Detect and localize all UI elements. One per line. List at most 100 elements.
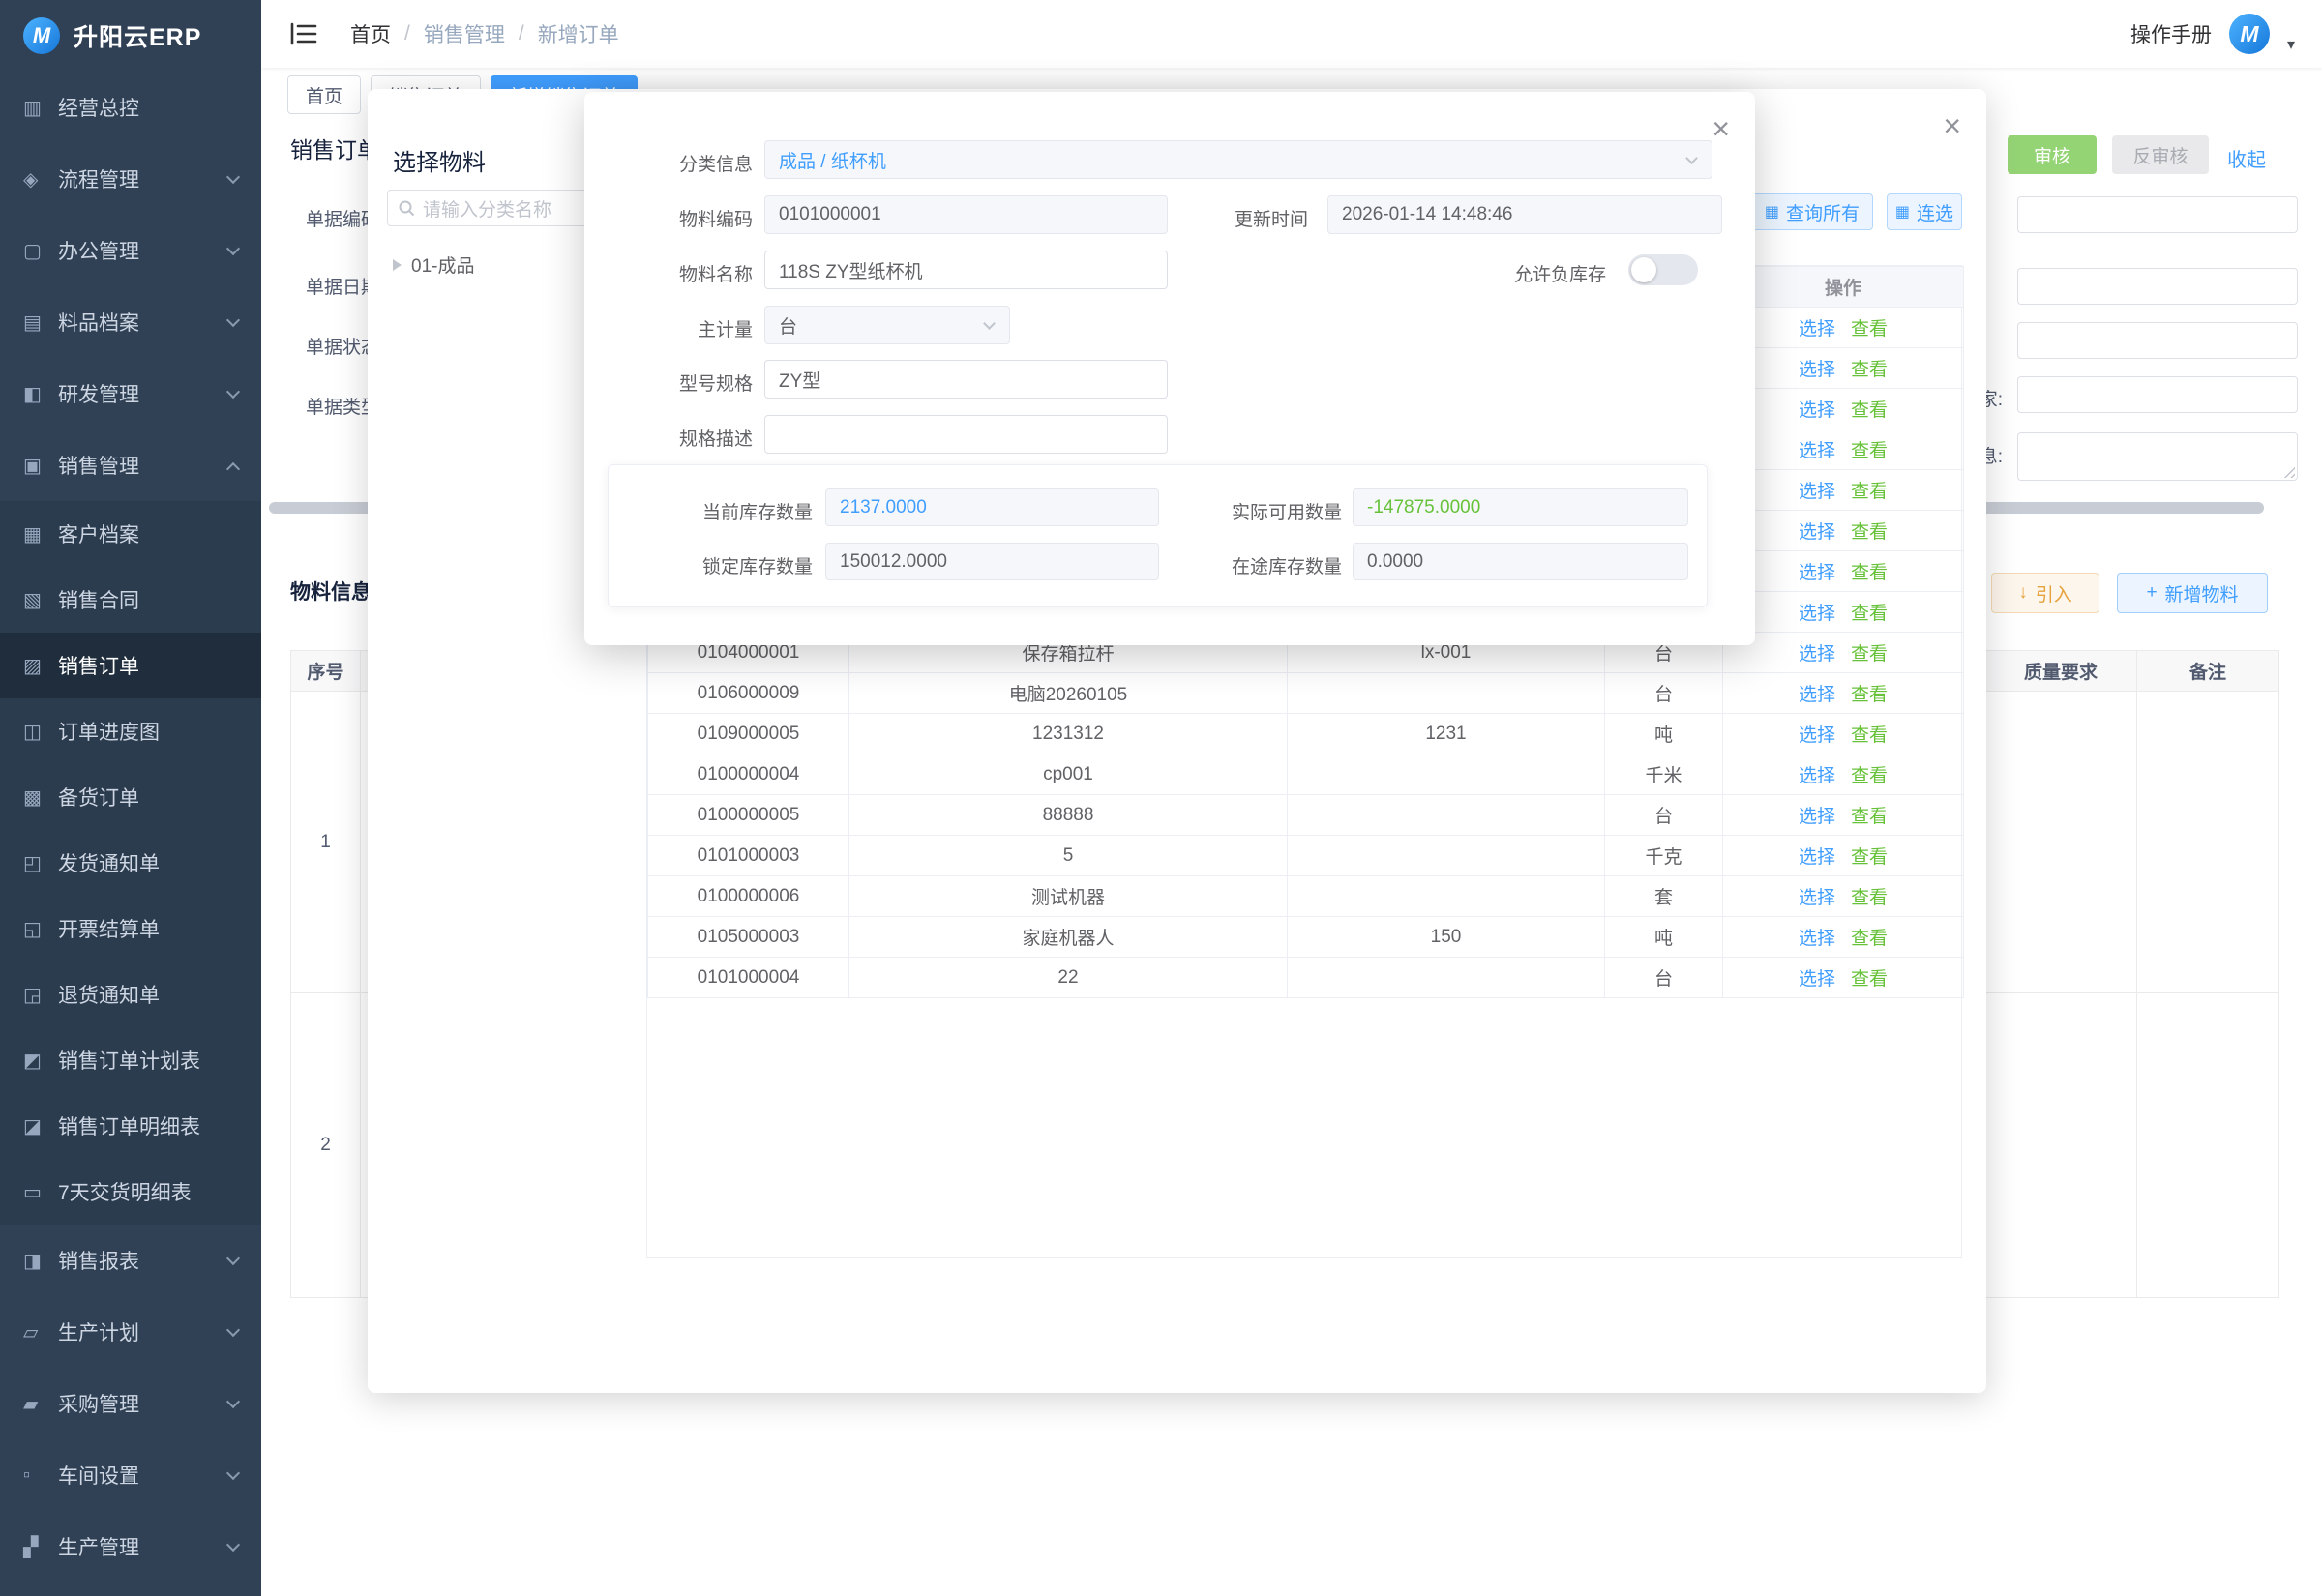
material-cell-ops: 选择查看 (1723, 592, 1964, 633)
sidebar-item-production-plan[interactable]: ▱生产计划 (0, 1296, 261, 1368)
audit-button[interactable]: 审核 (2008, 135, 2097, 174)
transit-stock-value: 0.0000 (1367, 551, 1423, 573)
view-link[interactable]: 查看 (1851, 360, 1888, 380)
category-select[interactable]: 成品 / 纸杯机 (764, 140, 1712, 179)
material-cell-code: 0100000006 (648, 876, 849, 917)
sidebar-item-label: 料品档案 (58, 308, 228, 337)
collapse-link[interactable]: 收起 (2227, 144, 2266, 172)
sidebar-item-order-plan-report[interactable]: ◩销售订单计划表 (0, 1027, 261, 1093)
order-field-2[interactable] (2017, 268, 2298, 305)
query-all-button[interactable]: ▦ 查询所有 (1751, 193, 1873, 230)
view-link[interactable]: 查看 (1851, 766, 1888, 786)
material-code-input[interactable]: 0101000001 (764, 195, 1168, 234)
view-link[interactable]: 查看 (1851, 969, 1888, 990)
view-link[interactable]: 查看 (1851, 725, 1888, 746)
view-link[interactable]: 查看 (1851, 888, 1888, 908)
select-link[interactable]: 选择 (1799, 400, 1835, 421)
unaudit-button[interactable]: 反审核 (2112, 135, 2209, 174)
unit-select[interactable]: 台 (764, 306, 1010, 344)
sidebar-item-customer-archive[interactable]: ▦客户档案 (0, 501, 261, 567)
select-link[interactable]: 选择 (1799, 969, 1835, 990)
select-link[interactable]: 选择 (1799, 644, 1835, 665)
updated-time-input[interactable]: 2026-01-14 14:48:46 (1327, 195, 1722, 234)
sidebar-item-label: 销售订单明细表 (58, 1111, 238, 1140)
sidebar-item-sales-order[interactable]: ▨销售订单 (0, 633, 261, 698)
sidebar-item-rd-mgmt[interactable]: ◧研发管理 (0, 358, 261, 429)
select-link[interactable]: 选择 (1799, 725, 1835, 746)
select-link[interactable]: 选择 (1799, 319, 1835, 340)
sidebar-item-office-mgmt[interactable]: ▢办公管理 (0, 215, 261, 286)
view-link[interactable]: 查看 (1851, 400, 1888, 421)
multi-select-button[interactable]: ▦ 连选 (1887, 193, 1962, 230)
sidebar-item-purchase-mgmt[interactable]: ▰采购管理 (0, 1368, 261, 1439)
tab-home[interactable]: 首页 (287, 75, 361, 114)
negative-stock-toggle[interactable] (1628, 254, 1698, 285)
select-link[interactable]: 选择 (1799, 888, 1835, 908)
select-link[interactable]: 选择 (1799, 441, 1835, 461)
sidebar-item-workshop-settings[interactable]: ▫车间设置 (0, 1439, 261, 1511)
view-link[interactable]: 查看 (1851, 563, 1888, 583)
sidebar-item-stockup-order[interactable]: ▩备货订单 (0, 764, 261, 830)
view-link[interactable]: 查看 (1851, 522, 1888, 543)
order-field-1[interactable] (2017, 196, 2298, 233)
sidebar-item-sales-mgmt[interactable]: ▣销售管理 (0, 429, 261, 501)
sidebar-item-production-mgmt[interactable]: ▞生产管理 (0, 1511, 261, 1582)
avatar[interactable]: M (2229, 14, 2270, 54)
order-field-3[interactable] (2017, 322, 2298, 359)
contract-icon: ▧ (23, 588, 58, 612)
select-link[interactable]: 选择 (1799, 807, 1835, 827)
add-material-button[interactable]: + 新增物料 (2117, 573, 2268, 613)
sidebar-item-sales-contract[interactable]: ▧销售合同 (0, 567, 261, 633)
view-link[interactable]: 查看 (1851, 319, 1888, 340)
sidebar-item-order-progress[interactable]: ◫订单进度图 (0, 698, 261, 764)
view-link[interactable]: 查看 (1851, 929, 1888, 949)
view-link[interactable]: 查看 (1851, 847, 1888, 868)
research-icon: ◧ (23, 382, 58, 406)
select-link[interactable]: 选择 (1799, 766, 1835, 786)
view-link[interactable]: 查看 (1851, 441, 1888, 461)
material-cell-ops: 选择查看 (1723, 308, 1964, 348)
sidebar-item-return-notice[interactable]: ◲退货通知单 (0, 961, 261, 1027)
view-link[interactable]: 查看 (1851, 604, 1888, 624)
view-link[interactable]: 查看 (1851, 685, 1888, 705)
select-link[interactable]: 选择 (1799, 929, 1835, 949)
select-link[interactable]: 选择 (1799, 522, 1835, 543)
select-link[interactable]: 选择 (1799, 604, 1835, 624)
import-button-label: 引入 (2036, 580, 2072, 606)
import-button[interactable]: ↓ 引入 (1991, 573, 2099, 613)
menu-fold-icon[interactable] (290, 22, 317, 45)
sidebar-item-invoice-settlement[interactable]: ◱开票结算单 (0, 896, 261, 961)
select-link[interactable]: 选择 (1799, 360, 1835, 380)
select-link[interactable]: 选择 (1799, 482, 1835, 502)
spec-input[interactable] (764, 415, 1168, 454)
select-link[interactable]: 选择 (1799, 563, 1835, 583)
breadcrumb-item[interactable]: 首页 (350, 19, 391, 48)
sidebar-item-material-archive[interactable]: ▤料品档案 (0, 286, 261, 358)
material-name-input[interactable]: 118S ZY型纸杯机 (764, 251, 1168, 289)
select-link[interactable]: 选择 (1799, 685, 1835, 705)
view-link[interactable]: 查看 (1851, 644, 1888, 665)
page-title: 销售订单 (290, 132, 379, 164)
sidebar-item-order-detail-report[interactable]: ◪销售订单明细表 (0, 1093, 261, 1159)
view-link[interactable]: 查看 (1851, 482, 1888, 502)
order-remark-textarea[interactable] (2017, 432, 2298, 481)
close-icon[interactable]: × (1712, 113, 1730, 144)
chevron-down-icon[interactable]: ▾ (2287, 35, 2295, 54)
sidebar-item-delivery-7day-report[interactable]: ▭7天交货明细表 (0, 1159, 261, 1225)
sidebar-item-label: 销售管理 (58, 451, 228, 480)
sidebar-item-business-overview[interactable]: ▥经营总控 (0, 72, 261, 143)
sidebar-item-sales-report[interactable]: ◨销售报表 (0, 1225, 261, 1296)
select-link[interactable]: 选择 (1799, 847, 1835, 868)
tree-node-finished-goods[interactable]: 01-成品 (393, 251, 474, 278)
sidebar-item-delivery-notice[interactable]: ◰发货通知单 (0, 830, 261, 896)
close-icon[interactable]: × (1943, 110, 1961, 141)
manual-link[interactable]: 操作手册 (2130, 19, 2212, 48)
sidebar-item-label: 销售订单计划表 (58, 1046, 238, 1075)
category-search-input[interactable]: 请输入分类名称 (387, 190, 596, 226)
view-link[interactable]: 查看 (1851, 807, 1888, 827)
model-input[interactable]: ZY型 (764, 360, 1168, 399)
order-field-4[interactable] (2017, 376, 2298, 413)
sidebar-item-process-mgmt[interactable]: ◈流程管理 (0, 143, 261, 215)
sidebar-item-label: 流程管理 (58, 164, 228, 193)
purchase-icon: ▰ (23, 1392, 58, 1416)
